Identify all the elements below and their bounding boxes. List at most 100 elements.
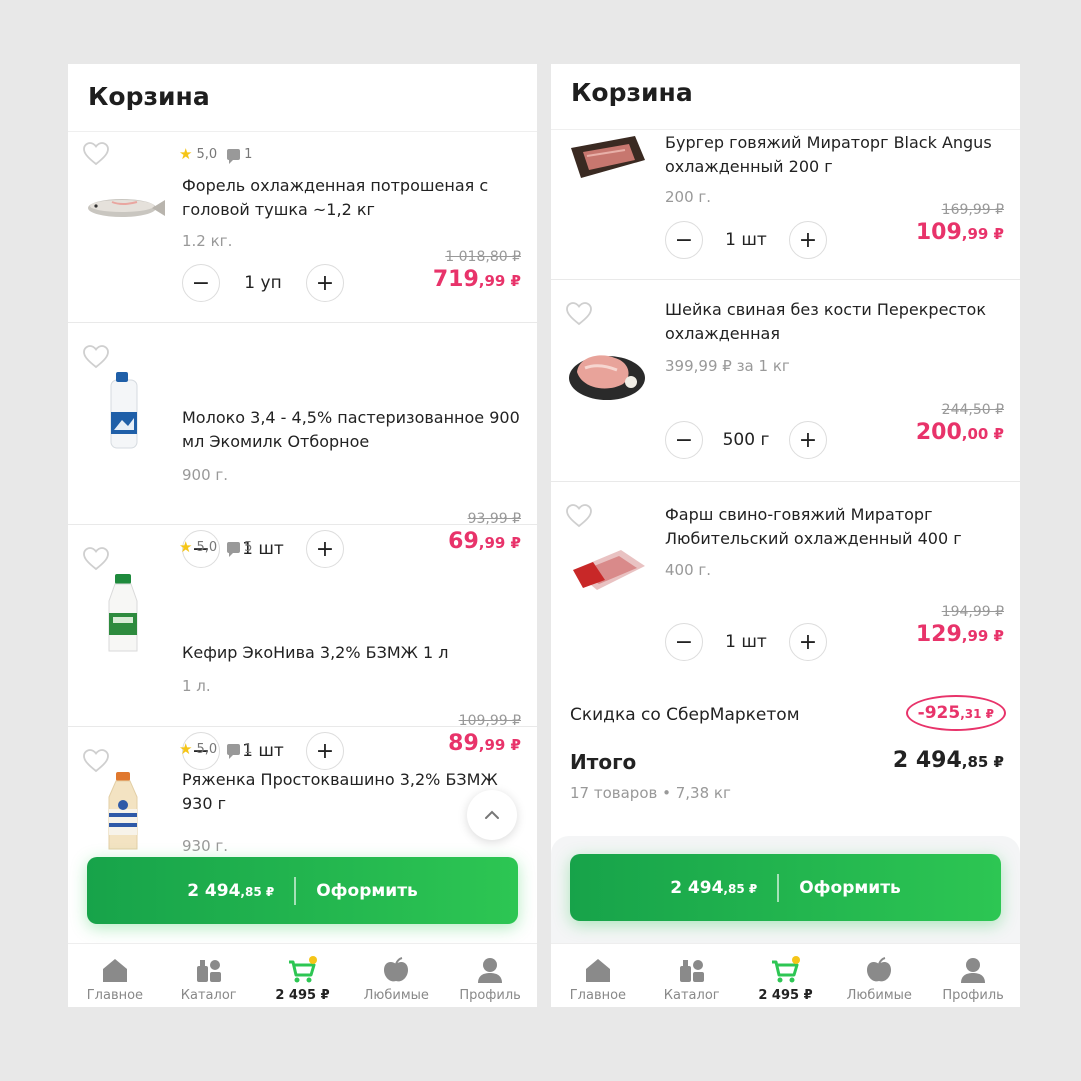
star-icon: ★ — [179, 145, 193, 163]
product-weight: 930 г. — [182, 837, 229, 855]
tab-label: 2 495 ₽ — [275, 988, 330, 1003]
tab-favorites[interactable]: Любимые — [349, 944, 443, 1007]
tab-cart[interactable]: 2 495 ₽ — [256, 944, 350, 1007]
quantity-value: 1 шт — [725, 230, 767, 250]
decrease-button[interactable]: − — [665, 421, 703, 459]
product-weight: 200 г. — [665, 188, 712, 206]
comment-icon — [227, 743, 241, 759]
amount-kop: ,85 ₽ — [723, 881, 758, 896]
total-kop: ,85 ₽ — [961, 753, 1004, 771]
comment-count: 1 — [244, 146, 253, 162]
tab-label: 2 495 ₽ — [758, 988, 813, 1003]
tab-label: Главное — [86, 988, 144, 1003]
discount-kop: ,31 ₽ — [960, 707, 994, 721]
heart-icon[interactable] — [83, 345, 109, 369]
tab-label: Любимые — [846, 988, 912, 1003]
checkout-amount: 2 494,85 ₽ — [670, 878, 757, 898]
quantity-value: 1 уп — [244, 273, 282, 293]
price-kop: ,99 ₽ — [961, 627, 1004, 645]
amount-rub: 2 494 — [187, 880, 241, 901]
decrease-button[interactable]: − — [665, 221, 703, 259]
cart-item-pork[interactable]: Шейка свиная без кости Перекресток охлаж… — [551, 280, 1020, 482]
product-weight: 900 г. — [182, 466, 229, 484]
product-title[interactable]: Ряженка Простоквашино 3,2% БЗМЖ 930 г — [182, 768, 502, 816]
checkout-label: Оформить — [316, 880, 418, 901]
quantity-stepper: − 1 шт + — [665, 623, 827, 661]
old-price: 244,50 ₽ — [941, 402, 1004, 418]
product-weight: 399,99 ₽ за 1 кг — [665, 357, 790, 375]
page-title: Корзина — [571, 78, 693, 107]
product-title[interactable]: Бургер говяжий Мираторг Black Angus охла… — [665, 131, 1005, 179]
price-rub: 200 — [915, 420, 962, 445]
tab-catalog[interactable]: Каталог — [645, 944, 739, 1007]
profile-icon — [478, 958, 503, 983]
product-title[interactable]: Форель охлажденная потрошеная с головой … — [182, 174, 522, 222]
tab-profile[interactable]: Профиль — [926, 944, 1020, 1007]
quantity-value: 1 шт — [725, 632, 767, 652]
checkout-label: Оформить — [799, 877, 901, 898]
order-summary: Скидка со СберМаркетом -925,31 ₽ Итого 2… — [551, 680, 1020, 836]
total-value: 2 494,85 ₽ — [893, 748, 1004, 773]
cart-item-burger[interactable]: Бургер говяжий Мираторг Black Angus охла… — [551, 130, 1020, 280]
decrease-button[interactable]: − — [665, 623, 703, 661]
old-price: 1 018,80 ₽ — [445, 249, 521, 265]
cart-icon — [289, 956, 318, 983]
discount-value: -925,31 ₽ — [905, 695, 1006, 731]
old-price: 169,99 ₽ — [941, 202, 1004, 218]
apple-icon — [867, 957, 892, 982]
divider — [294, 876, 297, 905]
cart-item-milk[interactable]: Молоко 3,4 - 4,5% пастеризованное 900 мл… — [68, 323, 537, 568]
increase-button[interactable]: + — [789, 221, 827, 259]
increase-button[interactable]: + — [789, 421, 827, 459]
product-title[interactable]: Фарш свино-говяжий Мираторг Любительский… — [665, 503, 1005, 551]
tab-home[interactable]: Главное — [551, 944, 645, 1007]
cart-item-kefir[interactable]: ★ 5,0 5 Кефир ЭкоНива 3,2% БЗМЖ 1 л 1 л.… — [68, 525, 537, 770]
tab-home[interactable]: Главное — [68, 944, 162, 1007]
tab-favorites[interactable]: Любимые — [832, 944, 926, 1007]
profile-icon — [961, 958, 986, 983]
decrease-button[interactable]: − — [182, 264, 220, 302]
product-title[interactable]: Шейка свиная без кости Перекресток охлаж… — [665, 298, 1005, 346]
right-cart-screen: Корзина Бургер говяжий Мираторг Black An… — [551, 64, 1020, 1007]
rating: ★ 5,0 5 — [179, 538, 252, 557]
tab-catalog[interactable]: Каталог — [162, 944, 256, 1007]
trout-image — [88, 199, 165, 217]
heart-icon[interactable] — [83, 547, 109, 571]
checkout-button[interactable]: 2 494,85 ₽ Оформить — [570, 854, 1001, 921]
product-weight: 400 г. — [665, 561, 712, 579]
amount-rub: 2 494 — [670, 877, 724, 898]
star-icon: ★ — [179, 538, 193, 556]
tab-cart[interactable]: 2 495 ₽ — [739, 944, 833, 1007]
total-items-count: 17 товаров • 7,38 кг — [570, 784, 731, 802]
cart-header: Корзина — [551, 64, 1020, 130]
cart-item-mince[interactable]: Фарш свино-говяжий Мираторг Любительский… — [551, 482, 1020, 680]
increase-button[interactable]: + — [789, 623, 827, 661]
rating: ★ 5,0 1 — [179, 740, 252, 759]
product-title[interactable]: Кефир ЭкоНива 3,2% БЗМЖ 1 л — [182, 641, 522, 665]
home-icon — [585, 959, 610, 982]
heart-icon[interactable] — [566, 302, 592, 326]
discount-rub: -925 — [917, 703, 961, 723]
bottom-tab-bar: Главное Каталог 2 495 ₽ Любимые Профиль — [68, 943, 537, 1007]
divider — [777, 873, 780, 902]
quantity-stepper: − 1 уп + — [182, 264, 344, 302]
catalog-icon — [679, 960, 704, 982]
tab-profile[interactable]: Профиль — [443, 944, 537, 1007]
catalog-icon — [196, 960, 221, 982]
heart-icon[interactable] — [566, 504, 592, 528]
scroll-up-button[interactable] — [467, 790, 517, 840]
pork-image — [569, 355, 645, 400]
current-price: 129,99 ₽ — [916, 622, 1004, 647]
star-icon: ★ — [179, 740, 193, 758]
checkout-amount: 2 494,85 ₽ — [187, 881, 274, 901]
total-label: Итого — [570, 750, 637, 774]
cart-item-trout[interactable]: ★ 5,0 1 Форель охлажденная потрошеная с … — [68, 132, 537, 323]
ryazhenka-image — [108, 772, 138, 850]
checkout-button[interactable]: 2 494,85 ₽ Оформить — [87, 857, 518, 924]
product-title[interactable]: Молоко 3,4 - 4,5% пастеризованное 900 мл… — [182, 406, 522, 454]
quantity-value: 500 г — [722, 430, 770, 450]
left-cart-screen: Корзина ★ 5,0 1 Форель охлажденная потро… — [68, 64, 537, 1007]
tab-label: Каталог — [663, 988, 720, 1003]
quantity-stepper: − 1 шт + — [665, 221, 827, 259]
increase-button[interactable]: + — [306, 264, 344, 302]
